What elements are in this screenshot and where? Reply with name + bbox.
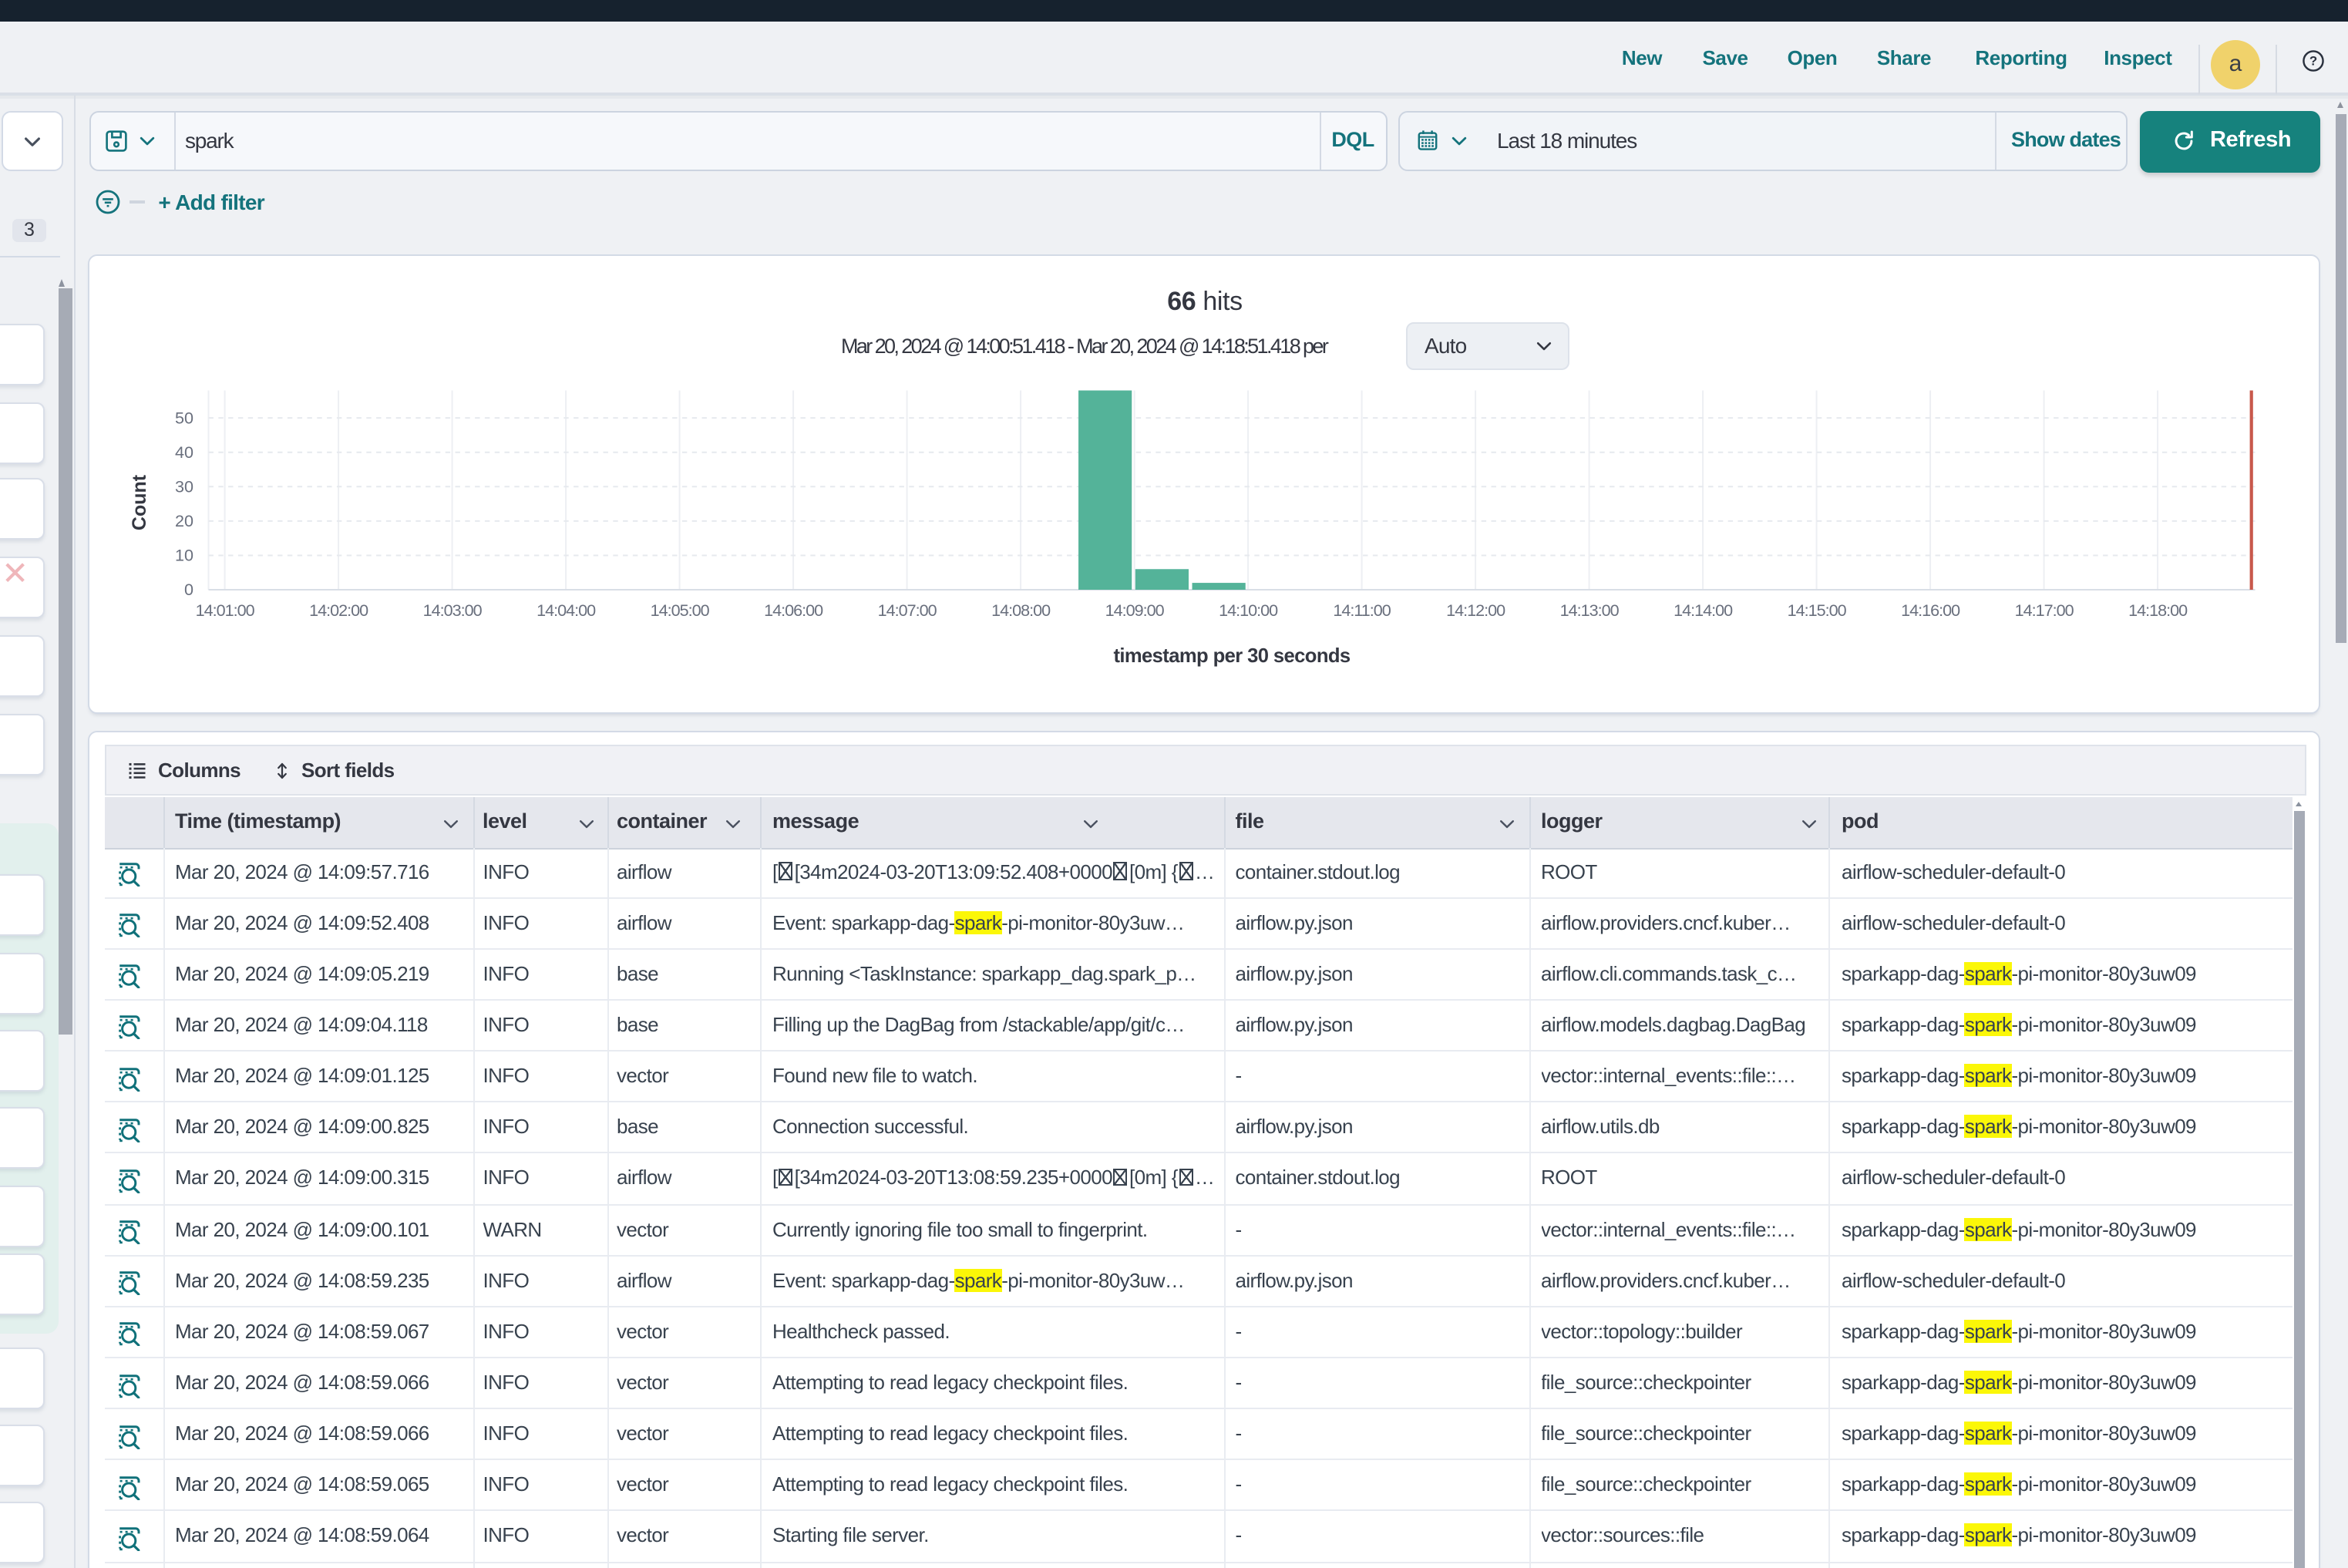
svg-text:?: ? — [2309, 53, 2316, 68]
svg-text:14:04:00: 14:04:00 — [537, 601, 596, 620]
svg-text:14:01:00: 14:01:00 — [196, 601, 255, 620]
svg-text:10: 10 — [175, 546, 193, 565]
svg-text:timestamp per 30 seconds: timestamp per 30 seconds — [1113, 645, 1350, 667]
svg-text:14:17:00: 14:17:00 — [2015, 601, 2074, 620]
svg-text:14:18:00: 14:18:00 — [2128, 601, 2188, 620]
svg-text:14:15:00: 14:15:00 — [1788, 601, 1847, 620]
svg-text:14:14:00: 14:14:00 — [1674, 601, 1733, 620]
svg-text:14:05:00: 14:05:00 — [651, 601, 710, 620]
svg-text:14:03:00: 14:03:00 — [423, 601, 483, 620]
svg-text:14:02:00: 14:02:00 — [309, 601, 368, 620]
svg-text:14:09:00: 14:09:00 — [1105, 601, 1165, 620]
svg-text:Count: Count — [129, 474, 150, 530]
svg-text:14:12:00: 14:12:00 — [1446, 601, 1505, 620]
svg-text:30: 30 — [175, 477, 193, 496]
svg-text:14:08:00: 14:08:00 — [991, 601, 1051, 620]
svg-text:14:16:00: 14:16:00 — [1901, 601, 1960, 620]
svg-text:14:13:00: 14:13:00 — [1560, 601, 1620, 620]
svg-text:40: 40 — [175, 442, 193, 462]
svg-text:50: 50 — [175, 408, 193, 427]
svg-text:14:07:00: 14:07:00 — [878, 601, 937, 620]
svg-text:14:11:00: 14:11:00 — [1333, 601, 1391, 620]
svg-text:20: 20 — [175, 511, 193, 530]
svg-text:0: 0 — [184, 580, 193, 599]
svg-text:14:10:00: 14:10:00 — [1219, 601, 1278, 620]
svg-text:14:06:00: 14:06:00 — [764, 601, 823, 620]
